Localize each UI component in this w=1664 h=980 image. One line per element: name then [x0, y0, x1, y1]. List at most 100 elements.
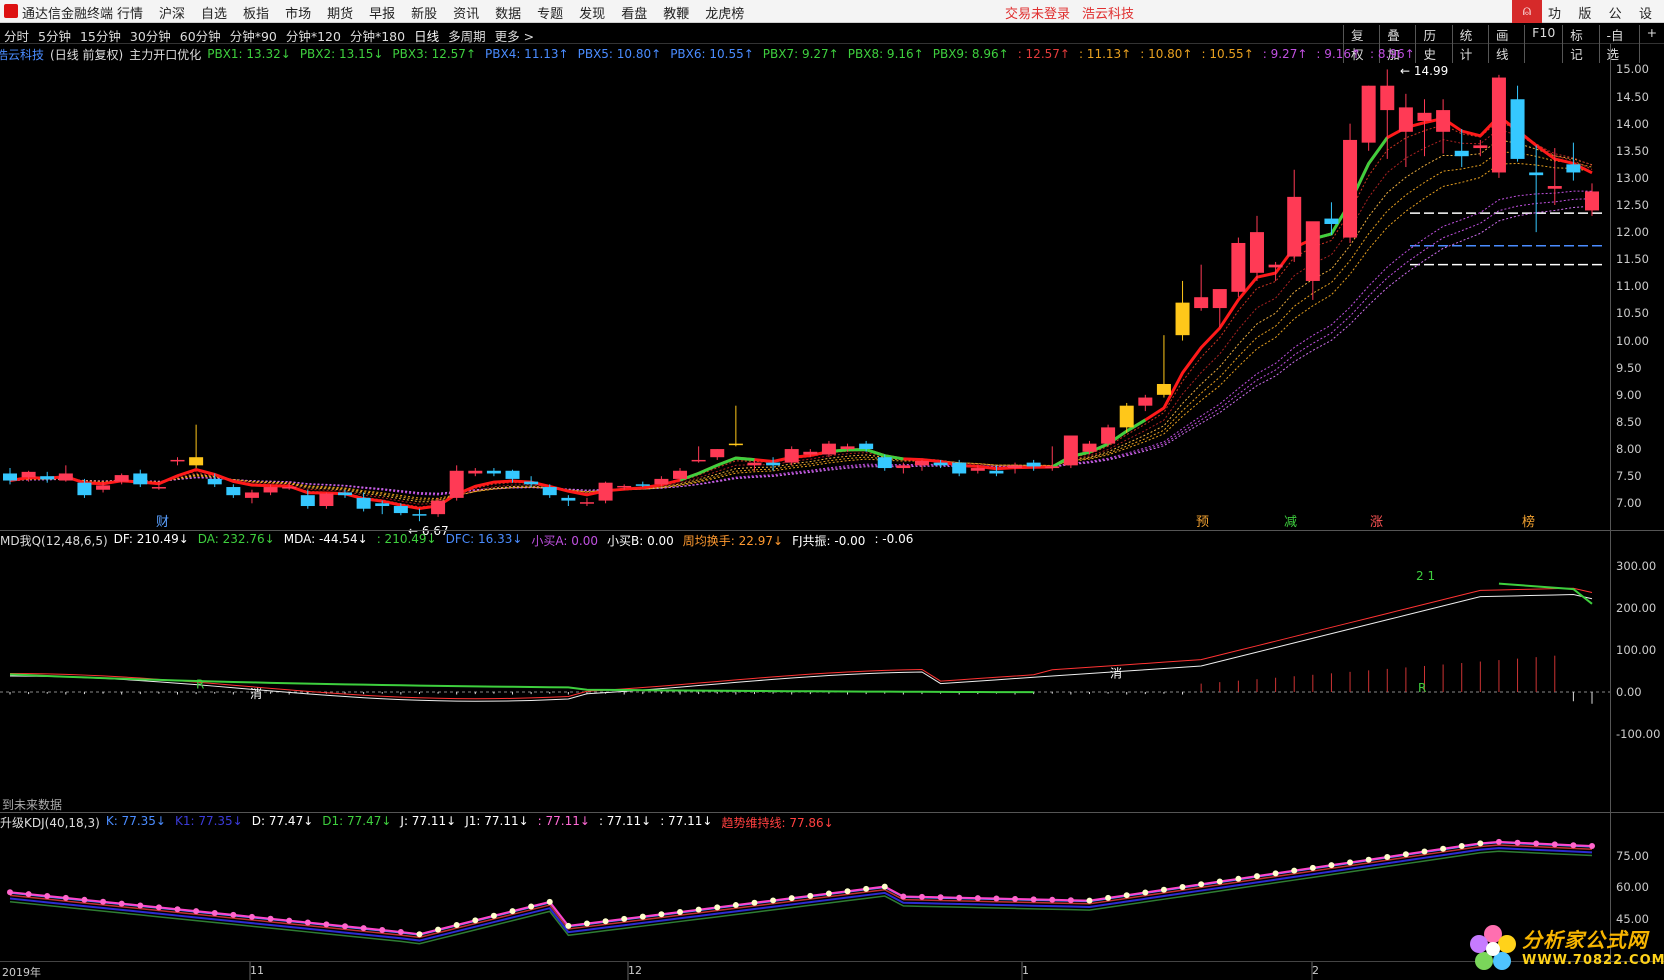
menu-item[interactable]: 发现: [579, 3, 605, 22]
kdj-dot: [621, 915, 628, 922]
menu-item[interactable]: 数据: [495, 3, 521, 22]
axis-tick-label: 11.50: [1616, 252, 1649, 267]
kdj-dot: [788, 895, 795, 902]
candle-body: [21, 471, 36, 478]
kdj-dot: [844, 888, 851, 895]
kdj-indicator-legend: 升级KDJ(40,18,3) K: 77.35↓ K1: 77.35↓ D: 77.…: [0, 813, 849, 831]
indicator-name[interactable]: 升级KDJ(40,18,3): [0, 814, 100, 831]
period-tab[interactable]: 分钟*120: [286, 26, 341, 45]
kdj-dot: [751, 899, 758, 906]
kdj-dot: [193, 908, 200, 915]
candle-body: [338, 492, 353, 496]
high-price-label: ← 14.99: [1400, 64, 1448, 78]
pbx-value: : 9.16↑: [1316, 47, 1362, 61]
main-menu: 行情 沪深 自选 板指 市场 期货 早报 新股 资讯 数据 专题 发现 看盘 教…: [117, 3, 760, 22]
kdj-dot: [546, 898, 553, 905]
menu-item[interactable]: 新股: [411, 3, 437, 22]
candle-body: [952, 462, 967, 474]
period-tab[interactable]: 30分钟: [130, 26, 171, 45]
kdj-dot: [490, 912, 497, 919]
period-tab[interactable]: 分钟*90: [230, 26, 277, 45]
candle-body: [40, 476, 55, 480]
axis-tick-label: 12.00: [1616, 225, 1649, 240]
axis-tick-label: 15.00: [1616, 62, 1649, 77]
period-tab[interactable]: 分时: [4, 26, 29, 45]
menu-item[interactable]: 专题: [537, 3, 563, 22]
kdj-value: J: 77.11↓: [400, 813, 457, 828]
candle-body: [1268, 264, 1283, 268]
app-title: 通达信金融终端: [22, 7, 114, 22]
period-tab-daily[interactable]: 日线: [414, 26, 439, 45]
indicator-name[interactable]: 主力开口优化: [129, 46, 201, 63]
menu-item[interactable]: 自选: [201, 3, 227, 22]
axis-tick-label: -100.00: [1616, 727, 1661, 741]
trade-login-status[interactable]: 交易未登录: [1005, 3, 1070, 22]
xaxis-label: 2019年: [2, 966, 41, 979]
menu-item[interactable]: 市场: [285, 3, 311, 22]
menu-item[interactable]: 行情: [117, 3, 143, 22]
xaxis-label: 1: [1022, 964, 1029, 977]
candle-body: [505, 470, 520, 479]
kdj-dot: [565, 922, 572, 929]
kdj-dot: [379, 927, 386, 934]
no-future-data-label: 到未来数据: [2, 798, 63, 812]
event-marker: 预: [1196, 515, 1209, 530]
axis-tick-label: 10.50: [1616, 306, 1649, 321]
candle-body: [226, 487, 241, 496]
md-value: FJ共振: -0.00: [792, 533, 866, 548]
kdj-dot: [770, 897, 777, 904]
kdj-dot: [1253, 873, 1260, 880]
xaxis-label: 11: [250, 964, 264, 977]
kdj-dot: [1384, 853, 1391, 860]
md-value: : -0.06: [874, 531, 914, 546]
candle-body: [393, 506, 408, 514]
kline-chart-area[interactable]: ← 14.99← 6.67财预减涨榜2 1消消R R: [0, 44, 1610, 980]
md-axis[interactable]: 300.00 200.00 100.00 0.00 -100.00: [1610, 531, 1664, 812]
kdj-dot: [1402, 851, 1409, 858]
period-tab[interactable]: 多周期: [448, 26, 486, 45]
axis-tick-label: 14.50: [1616, 89, 1649, 104]
period-tab[interactable]: 15分钟: [80, 26, 121, 45]
md-value: DA: 232.76↓: [197, 531, 275, 546]
tdx-terminal-window: 通达信金融终端 行情 沪深 自选 板指 市场 期货 早报 新股 资讯 数据 专题…: [0, 0, 1664, 980]
menu-item[interactable]: 板指: [243, 3, 269, 22]
candle-body: [784, 449, 799, 463]
period-tab[interactable]: 5分钟: [38, 26, 71, 45]
watermark-url: WWW.70822.COM: [1522, 953, 1664, 968]
candle-body: [1119, 405, 1134, 428]
main-indicator-legend: 浩云科技 (日线 前复权) 主力开口优化 PBX1: 13.32↓ PBX2: 1…: [0, 45, 1430, 63]
xaxis-label: 2: [1312, 964, 1319, 977]
pbx-value: PBX2: 13.15↓: [299, 47, 384, 61]
candle-body: [635, 484, 650, 486]
candle-body: [803, 451, 818, 455]
kdj-dot: [1012, 895, 1019, 902]
user-account-button[interactable]: ⍝: [1512, 0, 1542, 23]
menu-item[interactable]: 沪深: [159, 3, 185, 22]
kdj-value: J1: 77.11↓: [465, 813, 529, 828]
candle-body: [1361, 85, 1376, 143]
kdj-dot: [1551, 841, 1558, 848]
period-tab-more[interactable]: 更多 >: [495, 26, 534, 45]
period-tab[interactable]: 分钟*180: [350, 26, 405, 45]
kdj-dot: [397, 928, 404, 935]
candle-body: [766, 462, 781, 466]
indicator-name[interactable]: MD我Q(12,48,6,5): [0, 532, 108, 549]
menu-item[interactable]: 期货: [327, 3, 353, 22]
pbx-value: : 10.55↑: [1201, 47, 1254, 61]
menu-item[interactable]: 龙虎榜: [705, 3, 744, 22]
menu-item[interactable]: 早报: [369, 3, 395, 22]
menu-item[interactable]: 看盘: [621, 3, 647, 22]
candle-body: [1529, 172, 1544, 176]
axis-tick-label: 13.50: [1616, 143, 1649, 158]
candle-body: [1194, 297, 1209, 309]
stock-name[interactable]: 浩云科技: [0, 46, 44, 63]
period-tab[interactable]: 60分钟: [180, 26, 221, 45]
candle-body: [282, 487, 297, 489]
kdj-dot: [1495, 838, 1502, 845]
price-axis[interactable]: 15.00 14.50 14.00 13.50 13.00 12.50 12.00 11.50…: [1610, 44, 1664, 530]
menu-item[interactable]: 资讯: [453, 3, 479, 22]
menu-item[interactable]: 教鞭: [663, 3, 689, 22]
candle-body: [1231, 242, 1246, 292]
candle-body: [1008, 465, 1023, 469]
md-indicator-legend: MD我Q(12,48,6,5) DF: 210.49↓ DA: 232.76↓ MD…: [0, 531, 928, 549]
